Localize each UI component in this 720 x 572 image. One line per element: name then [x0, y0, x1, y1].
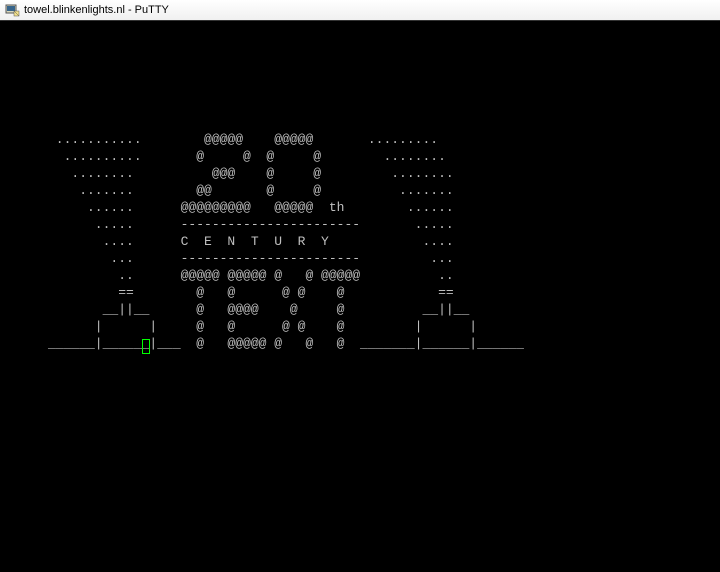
terminal-cursor: [142, 339, 150, 354]
putty-icon: [4, 2, 20, 18]
terminal-output[interactable]: ........... @@@@@ @@@@@ ......... ......…: [0, 21, 720, 572]
window-titlebar[interactable]: towel.blinkenlights.nl - PuTTY: [0, 0, 720, 21]
ascii-art: ........... @@@@@ @@@@@ ......... ......…: [48, 131, 524, 352]
window-title: towel.blinkenlights.nl - PuTTY: [24, 4, 169, 16]
